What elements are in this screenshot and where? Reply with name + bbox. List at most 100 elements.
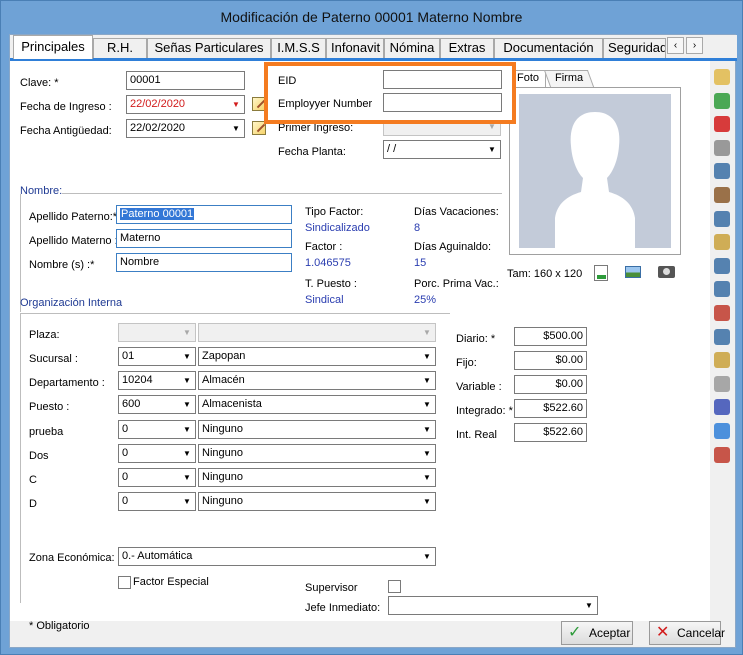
clave-input[interactable]: 00001 xyxy=(126,71,245,90)
org-row-name-select[interactable]: Ninguno xyxy=(198,420,436,439)
recycle-icon[interactable] xyxy=(714,92,730,109)
user-card-icon[interactable] xyxy=(714,234,730,251)
fecha-antiguedad-picker[interactable]: 22/02/2020 xyxy=(126,119,245,138)
table-icon[interactable] xyxy=(714,423,730,439)
employer-number-input[interactable] xyxy=(383,93,502,112)
document-user-icon[interactable] xyxy=(714,328,730,345)
tab-documentacion[interactable]: Documentación xyxy=(494,38,603,58)
apellido-materno-input[interactable]: Materno xyxy=(116,229,292,248)
fecha-ingreso-picker[interactable]: 22/02/2020 xyxy=(126,95,245,114)
fecha-ingreso-label: Fecha de Ingreso : xyxy=(20,101,112,113)
users-group-icon[interactable] xyxy=(714,281,730,298)
user-alert-icon[interactable] xyxy=(714,163,730,180)
photo-frame xyxy=(509,87,681,255)
chevron-down-icon[interactable] xyxy=(420,397,434,412)
org-row-code-select[interactable]: 10204 xyxy=(118,371,196,390)
org-row-code-select[interactable]: 600 xyxy=(118,395,196,414)
chevron-down-icon[interactable] xyxy=(420,470,434,485)
chevron-down-icon[interactable] xyxy=(180,470,194,485)
chevron-down-icon[interactable] xyxy=(420,422,434,437)
chevron-down-icon[interactable] xyxy=(180,446,194,461)
org-row-code-select[interactable]: 01 xyxy=(118,347,196,366)
clipboard-icon[interactable] xyxy=(714,352,730,369)
chevron-down-icon[interactable] xyxy=(229,97,243,112)
chevron-down-icon[interactable] xyxy=(180,349,194,364)
jefe-inmediato-select[interactable] xyxy=(388,596,598,615)
tab-extras[interactable]: Extras xyxy=(440,38,494,58)
folder-icon[interactable] xyxy=(714,69,730,85)
org-row-code-select[interactable]: 0 xyxy=(118,492,196,511)
org-row-name-select[interactable]: Almacenista xyxy=(198,395,436,414)
chevron-down-icon[interactable] xyxy=(582,598,596,613)
photo-export-icon[interactable] xyxy=(594,265,608,281)
supervisor-checkbox[interactable] xyxy=(388,580,401,593)
tab-principales[interactable]: Principales xyxy=(13,35,93,59)
org-row-name-select[interactable]: Ninguno xyxy=(198,468,436,487)
org-row-code-select[interactable] xyxy=(118,323,196,342)
user-list-icon[interactable] xyxy=(714,257,730,274)
org-row-name-select[interactable]: Ninguno xyxy=(198,492,436,511)
factor-label: Factor : xyxy=(305,241,343,253)
chevron-down-icon[interactable] xyxy=(485,142,499,157)
employee-photo-placeholder[interactable] xyxy=(519,94,671,248)
truck-icon[interactable] xyxy=(714,446,730,463)
org-row-name-select[interactable]: Zapopan xyxy=(198,347,436,366)
tab-infonavit[interactable]: Infonavit xyxy=(326,38,384,58)
apellido-paterno-input[interactable]: Paterno 00001 xyxy=(116,205,292,224)
chevron-down-icon[interactable] xyxy=(180,325,194,340)
gifts-icon[interactable] xyxy=(714,305,730,321)
copy-icon[interactable] xyxy=(714,375,730,392)
chevron-down-icon[interactable] xyxy=(180,373,194,388)
eid-input[interactable] xyxy=(383,70,502,89)
org-row-code-select[interactable]: 0 xyxy=(118,444,196,463)
nombres-input[interactable]: Nombre xyxy=(116,253,292,272)
org-row-label: D xyxy=(29,498,37,510)
factor-especial-checkbox[interactable] xyxy=(118,576,131,589)
tab-firma[interactable]: Firma xyxy=(543,70,595,87)
zona-economica-label: Zona Económica: xyxy=(29,552,115,564)
camera-icon[interactable] xyxy=(658,266,675,278)
fecha-planta-picker[interactable]: / / xyxy=(383,140,501,159)
chevron-down-icon[interactable] xyxy=(229,121,243,136)
salario-input[interactable]: $0.00 xyxy=(514,351,587,370)
warning-icon[interactable] xyxy=(714,399,730,416)
chevron-down-icon[interactable] xyxy=(420,549,434,564)
salario-input[interactable]: $500.00 xyxy=(514,327,587,346)
chevron-down-icon[interactable] xyxy=(420,494,434,509)
aceptar-button[interactable]: ✓ Aceptar xyxy=(561,621,633,645)
fire-extinguisher-icon[interactable] xyxy=(714,116,730,133)
tab-nomina[interactable]: Nómina xyxy=(384,38,440,58)
fecha-antiguedad-label: Fecha Antigüedad: xyxy=(20,125,112,137)
camera-lens-icon xyxy=(663,268,670,275)
chevron-down-icon[interactable] xyxy=(180,494,194,509)
salario-input[interactable]: $522.60 xyxy=(514,423,587,442)
chevron-down-icon[interactable] xyxy=(420,446,434,461)
org-row-code-select[interactable]: 0 xyxy=(118,420,196,439)
chevron-down-icon[interactable] xyxy=(180,397,194,412)
tab-senas-particulares[interactable]: Señas Particulares xyxy=(147,38,271,58)
salario-label: Int. Real xyxy=(456,429,497,441)
cancelar-button[interactable]: ✕ Cancelar xyxy=(649,621,725,645)
salario-input[interactable]: $0.00 xyxy=(514,375,587,394)
tab-scroll-right[interactable]: › xyxy=(686,37,703,54)
org-row-name-value: Ninguno xyxy=(202,447,243,459)
chevron-down-icon[interactable] xyxy=(420,373,434,388)
fecha-planta-label: Fecha Planta: xyxy=(278,146,346,158)
tab-seguridad[interactable]: Seguridad xyxy=(603,38,666,58)
chevron-down-icon[interactable] xyxy=(420,325,434,340)
org-row-name-select[interactable]: Ninguno xyxy=(198,444,436,463)
org-row-name-select[interactable] xyxy=(198,323,436,342)
box-icon[interactable] xyxy=(714,187,730,203)
tab-scroll-left[interactable]: ‹ xyxy=(667,37,684,54)
chevron-down-icon[interactable] xyxy=(420,349,434,364)
zona-economica-select[interactable]: 0.- Automática xyxy=(118,547,436,566)
image-load-icon[interactable] xyxy=(625,266,641,278)
tab-rh[interactable]: R.H. xyxy=(93,38,147,58)
org-row-code-select[interactable]: 0 xyxy=(118,468,196,487)
salario-input[interactable]: $522.60 xyxy=(514,399,587,418)
org-row-name-select[interactable]: Almacén xyxy=(198,371,436,390)
chevron-down-icon[interactable] xyxy=(180,422,194,437)
alarm-clock-icon[interactable] xyxy=(714,139,730,156)
tab-imss[interactable]: I.M.S.S xyxy=(271,38,326,58)
users-icon[interactable] xyxy=(714,210,730,227)
